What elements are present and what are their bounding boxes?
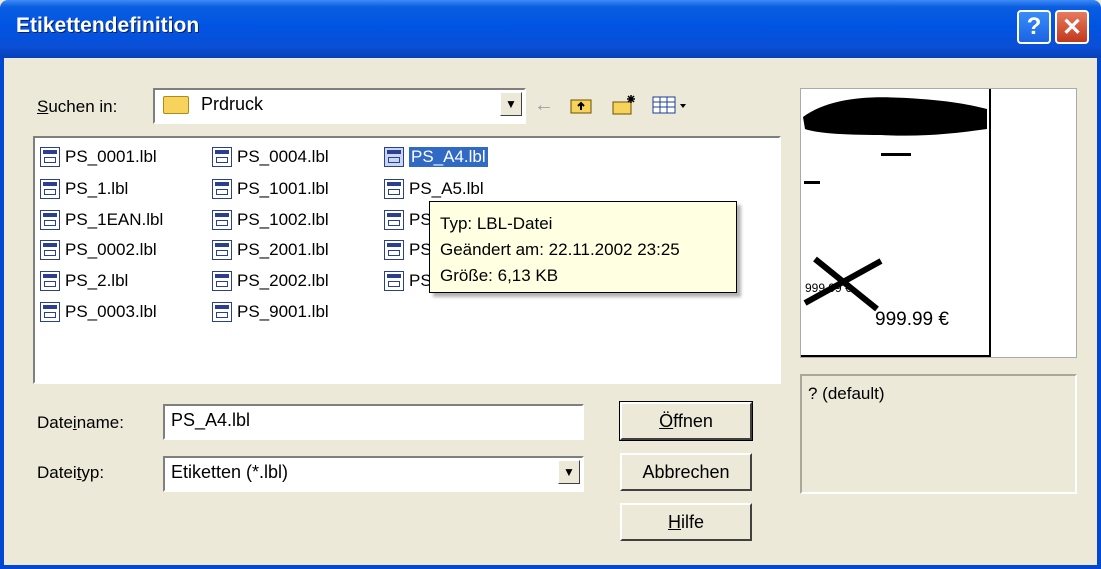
tooltip-type: Typ: LBL-Datei <box>440 214 553 233</box>
list-item[interactable]: PS_0002.lbl <box>40 237 157 263</box>
lookin-value: Prdruck <box>201 94 264 114</box>
tooltip-size: Größe: 6,13 KB <box>440 266 559 285</box>
list-item[interactable]: PS_2.lbl <box>40 268 128 294</box>
list-item[interactable]: PS_1.lbl <box>40 176 128 202</box>
window-frame-right <box>1097 58 1101 569</box>
preview-description: ? (default) <box>800 374 1077 494</box>
filetype-label: Dateityp: <box>37 463 105 482</box>
preview-old-price: 999.99 € <box>805 281 852 295</box>
label-file-icon <box>40 210 60 230</box>
filename-input[interactable]: PS_A4.lbl <box>163 404 584 440</box>
list-item-selected[interactable]: PS_A4.lbl <box>384 144 488 170</box>
list-item[interactable]: PS_0001.lbl <box>40 144 157 170</box>
preview-new-price: 999.99 € <box>875 309 949 330</box>
up-folder-icon <box>570 99 592 114</box>
lookin-label: Suchen in: <box>37 97 118 116</box>
list-item[interactable]: PS_2001.lbl <box>212 237 329 263</box>
label-file-icon <box>212 271 232 291</box>
label-preview: 999.99 € 999.99 € <box>800 88 1077 358</box>
tooltip-modified: Geändert am: 22.11.2002 23:25 <box>440 240 680 259</box>
list-item[interactable]: PS <box>384 237 432 263</box>
label-file-icon <box>40 302 60 322</box>
question-icon: ? <box>1026 13 1042 40</box>
window-frame-bottom <box>0 565 1101 569</box>
label-file-icon <box>384 179 404 199</box>
help-button[interactable]: Hilfe <box>620 503 752 541</box>
label-file-icon <box>384 210 404 230</box>
lookin-combo[interactable]: Prdruck ▼ <box>153 88 526 124</box>
help-title-button[interactable]: ? <box>1017 10 1051 44</box>
list-item[interactable]: PS_1001.lbl <box>212 176 329 202</box>
label-file-icon <box>212 147 232 167</box>
close-icon: ✕ <box>1061 13 1083 41</box>
label-file-icon <box>40 240 60 260</box>
filetype-select[interactable]: Etiketten (*.lbl) ▼ <box>163 456 584 492</box>
lookin-dropdown-button[interactable]: ▼ <box>500 92 522 116</box>
label-file-icon <box>40 147 60 167</box>
back-arrow-icon: ← <box>534 93 554 116</box>
cancel-button[interactable]: Abbrechen <box>620 453 752 491</box>
list-item[interactable]: PS <box>384 207 432 233</box>
label-file-icon <box>212 240 232 260</box>
label-file-icon <box>212 179 232 199</box>
list-item[interactable]: PS_9001.lbl <box>212 299 329 325</box>
label-file-icon <box>384 147 404 167</box>
list-item[interactable]: PS_0003.lbl <box>40 299 157 325</box>
list-item[interactable]: PS_2002.lbl <box>212 268 329 294</box>
label-file-icon <box>212 210 232 230</box>
filename-label: Dateiname: <box>37 413 124 432</box>
list-item[interactable]: PS_0004.lbl <box>212 144 329 170</box>
up-folder-button[interactable] <box>567 92 595 118</box>
filetype-dropdown-button[interactable]: ▼ <box>558 460 580 484</box>
list-item[interactable]: PS_1EAN.lbl <box>40 207 163 233</box>
close-button[interactable]: ✕ <box>1055 10 1089 44</box>
list-item[interactable]: PS_A5.lbl <box>384 176 484 202</box>
list-item[interactable]: PS <box>384 268 432 294</box>
window-frame-left <box>0 58 4 569</box>
file-tooltip: Typ: LBL-Datei Geändert am: 22.11.2002 2… <box>429 201 737 293</box>
preview-page: 999.99 € 999.99 € <box>801 89 991 357</box>
window-title: Etikettendefinition <box>16 14 200 37</box>
label-file-icon <box>40 271 60 291</box>
back-button[interactable]: ← <box>530 92 558 118</box>
chevron-down-icon: ▼ <box>505 97 517 111</box>
open-button[interactable]: Öffnen <box>619 401 753 441</box>
new-folder-button[interactable] <box>610 92 638 118</box>
label-file-icon <box>40 179 60 199</box>
chevron-down-icon: ▼ <box>563 465 575 479</box>
view-menu-icon <box>652 96 686 114</box>
title-bar: Etikettendefinition ? ✕ <box>0 0 1101 58</box>
list-item[interactable]: PS_1002.lbl <box>212 207 329 233</box>
label-file-icon <box>384 240 404 260</box>
folder-icon <box>163 96 189 114</box>
new-folder-icon <box>612 95 635 115</box>
label-file-icon <box>212 302 232 322</box>
view-menu-button[interactable] <box>650 92 694 118</box>
label-file-icon <box>384 271 404 291</box>
filetype-value: Etiketten (*.lbl) <box>171 462 289 482</box>
